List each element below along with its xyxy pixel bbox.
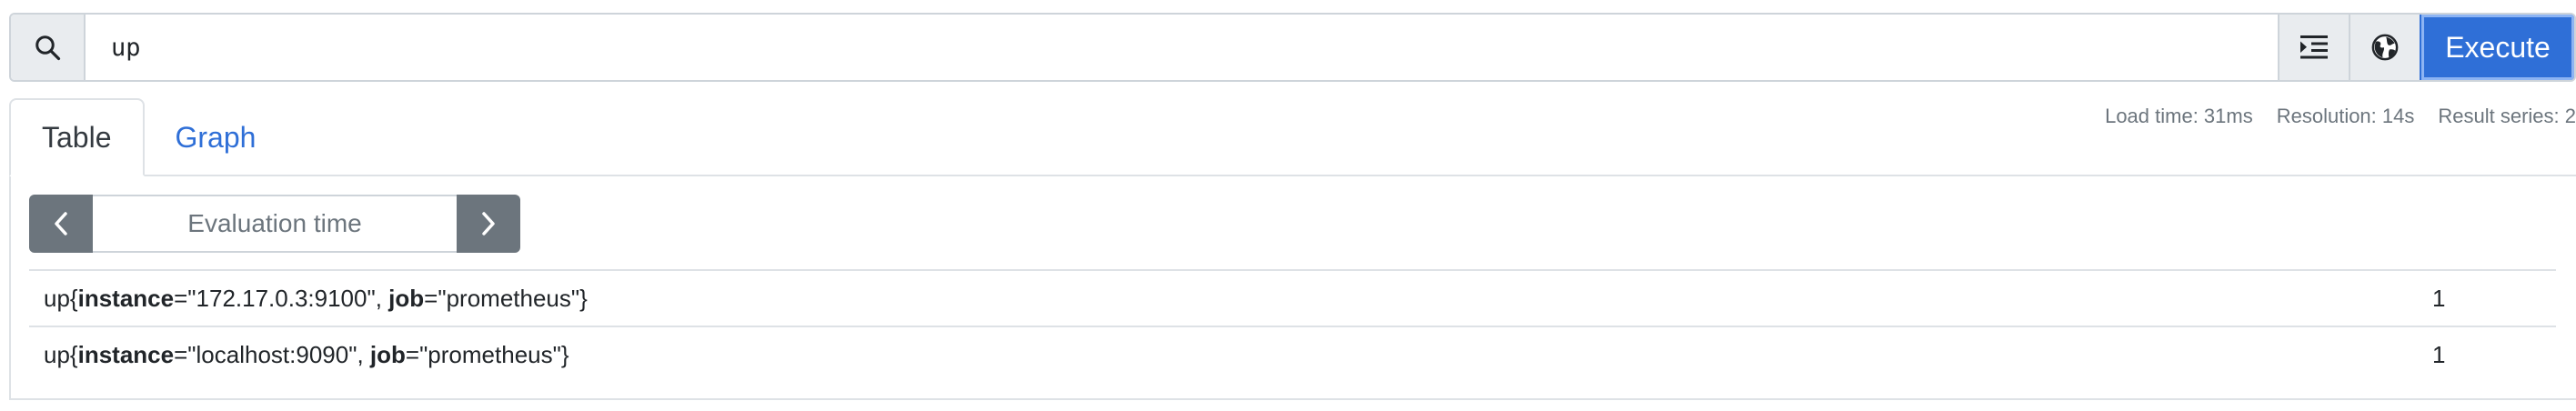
tab-table[interactable]: Table [9, 98, 145, 176]
series-value: 1 [2432, 340, 2446, 368]
query-bar: up Execute [9, 13, 2576, 82]
magnifier-icon [35, 35, 61, 61]
result-tabs: Table Graph [9, 98, 287, 176]
label-value: "172.17.0.3:9100" [187, 284, 376, 312]
label-sep: , [375, 284, 389, 312]
evaluation-time-control: Evaluation time [29, 195, 520, 253]
chevron-right-icon [482, 212, 495, 236]
search-addon [11, 15, 86, 80]
table-row: up{instance="localhost:9090", job="prome… [29, 326, 2556, 382]
format-expression-button[interactable] [2278, 15, 2349, 80]
label-value: "prometheus" [438, 284, 580, 312]
brace-close: } [579, 284, 588, 312]
label-key: instance [77, 284, 175, 312]
indent-icon [2300, 35, 2328, 59]
load-time: Load time: 31ms [2105, 105, 2253, 127]
next-time-button[interactable] [457, 195, 520, 253]
metrics-explorer-button[interactable] [2349, 15, 2420, 80]
label-value: "localhost:9090" [187, 340, 357, 368]
expression-input[interactable]: up [86, 15, 2278, 80]
metric-name: up [44, 284, 70, 312]
evaluation-time-input[interactable]: Evaluation time [93, 195, 457, 253]
series-value: 1 [2432, 284, 2446, 312]
metric-name: up [44, 340, 70, 368]
chevron-left-icon [55, 212, 67, 236]
previous-time-button[interactable] [29, 195, 93, 253]
prometheus-query-page: up Execute Table Graph Load time: 31ms R… [0, 0, 2576, 411]
label-eq: = [424, 284, 438, 312]
label-eq: = [174, 340, 188, 368]
execute-button[interactable]: Execute [2420, 15, 2574, 80]
label-key: job [369, 340, 406, 368]
label-key: instance [77, 340, 175, 368]
label-value: "prometheus" [419, 340, 561, 368]
table-row: up{instance="172.17.0.3:9100", job="prom… [29, 269, 2556, 326]
resolution: Resolution: 14s [2276, 105, 2415, 127]
brace-open: { [69, 284, 78, 312]
label-key: job [388, 284, 425, 312]
label-eq: = [405, 340, 420, 368]
tab-graph[interactable]: Graph [145, 98, 287, 176]
series-label: up{instance="172.17.0.3:9100", job="prom… [44, 285, 588, 313]
label-sep: , [357, 340, 370, 368]
table-panel: Evaluation time up{instance="172.17.0.3:… [9, 175, 2576, 400]
globe-icon [2371, 34, 2399, 61]
series-label: up{instance="localhost:9090", job="prome… [44, 341, 569, 369]
brace-close: } [560, 340, 569, 368]
query-stats: Load time: 31ms Resolution: 14s Result s… [2105, 100, 2576, 133]
results-table: up{instance="172.17.0.3:9100", job="prom… [29, 269, 2556, 382]
result-series: Result series: 2 [2438, 105, 2576, 127]
brace-open: { [69, 340, 78, 368]
label-eq: = [174, 284, 188, 312]
